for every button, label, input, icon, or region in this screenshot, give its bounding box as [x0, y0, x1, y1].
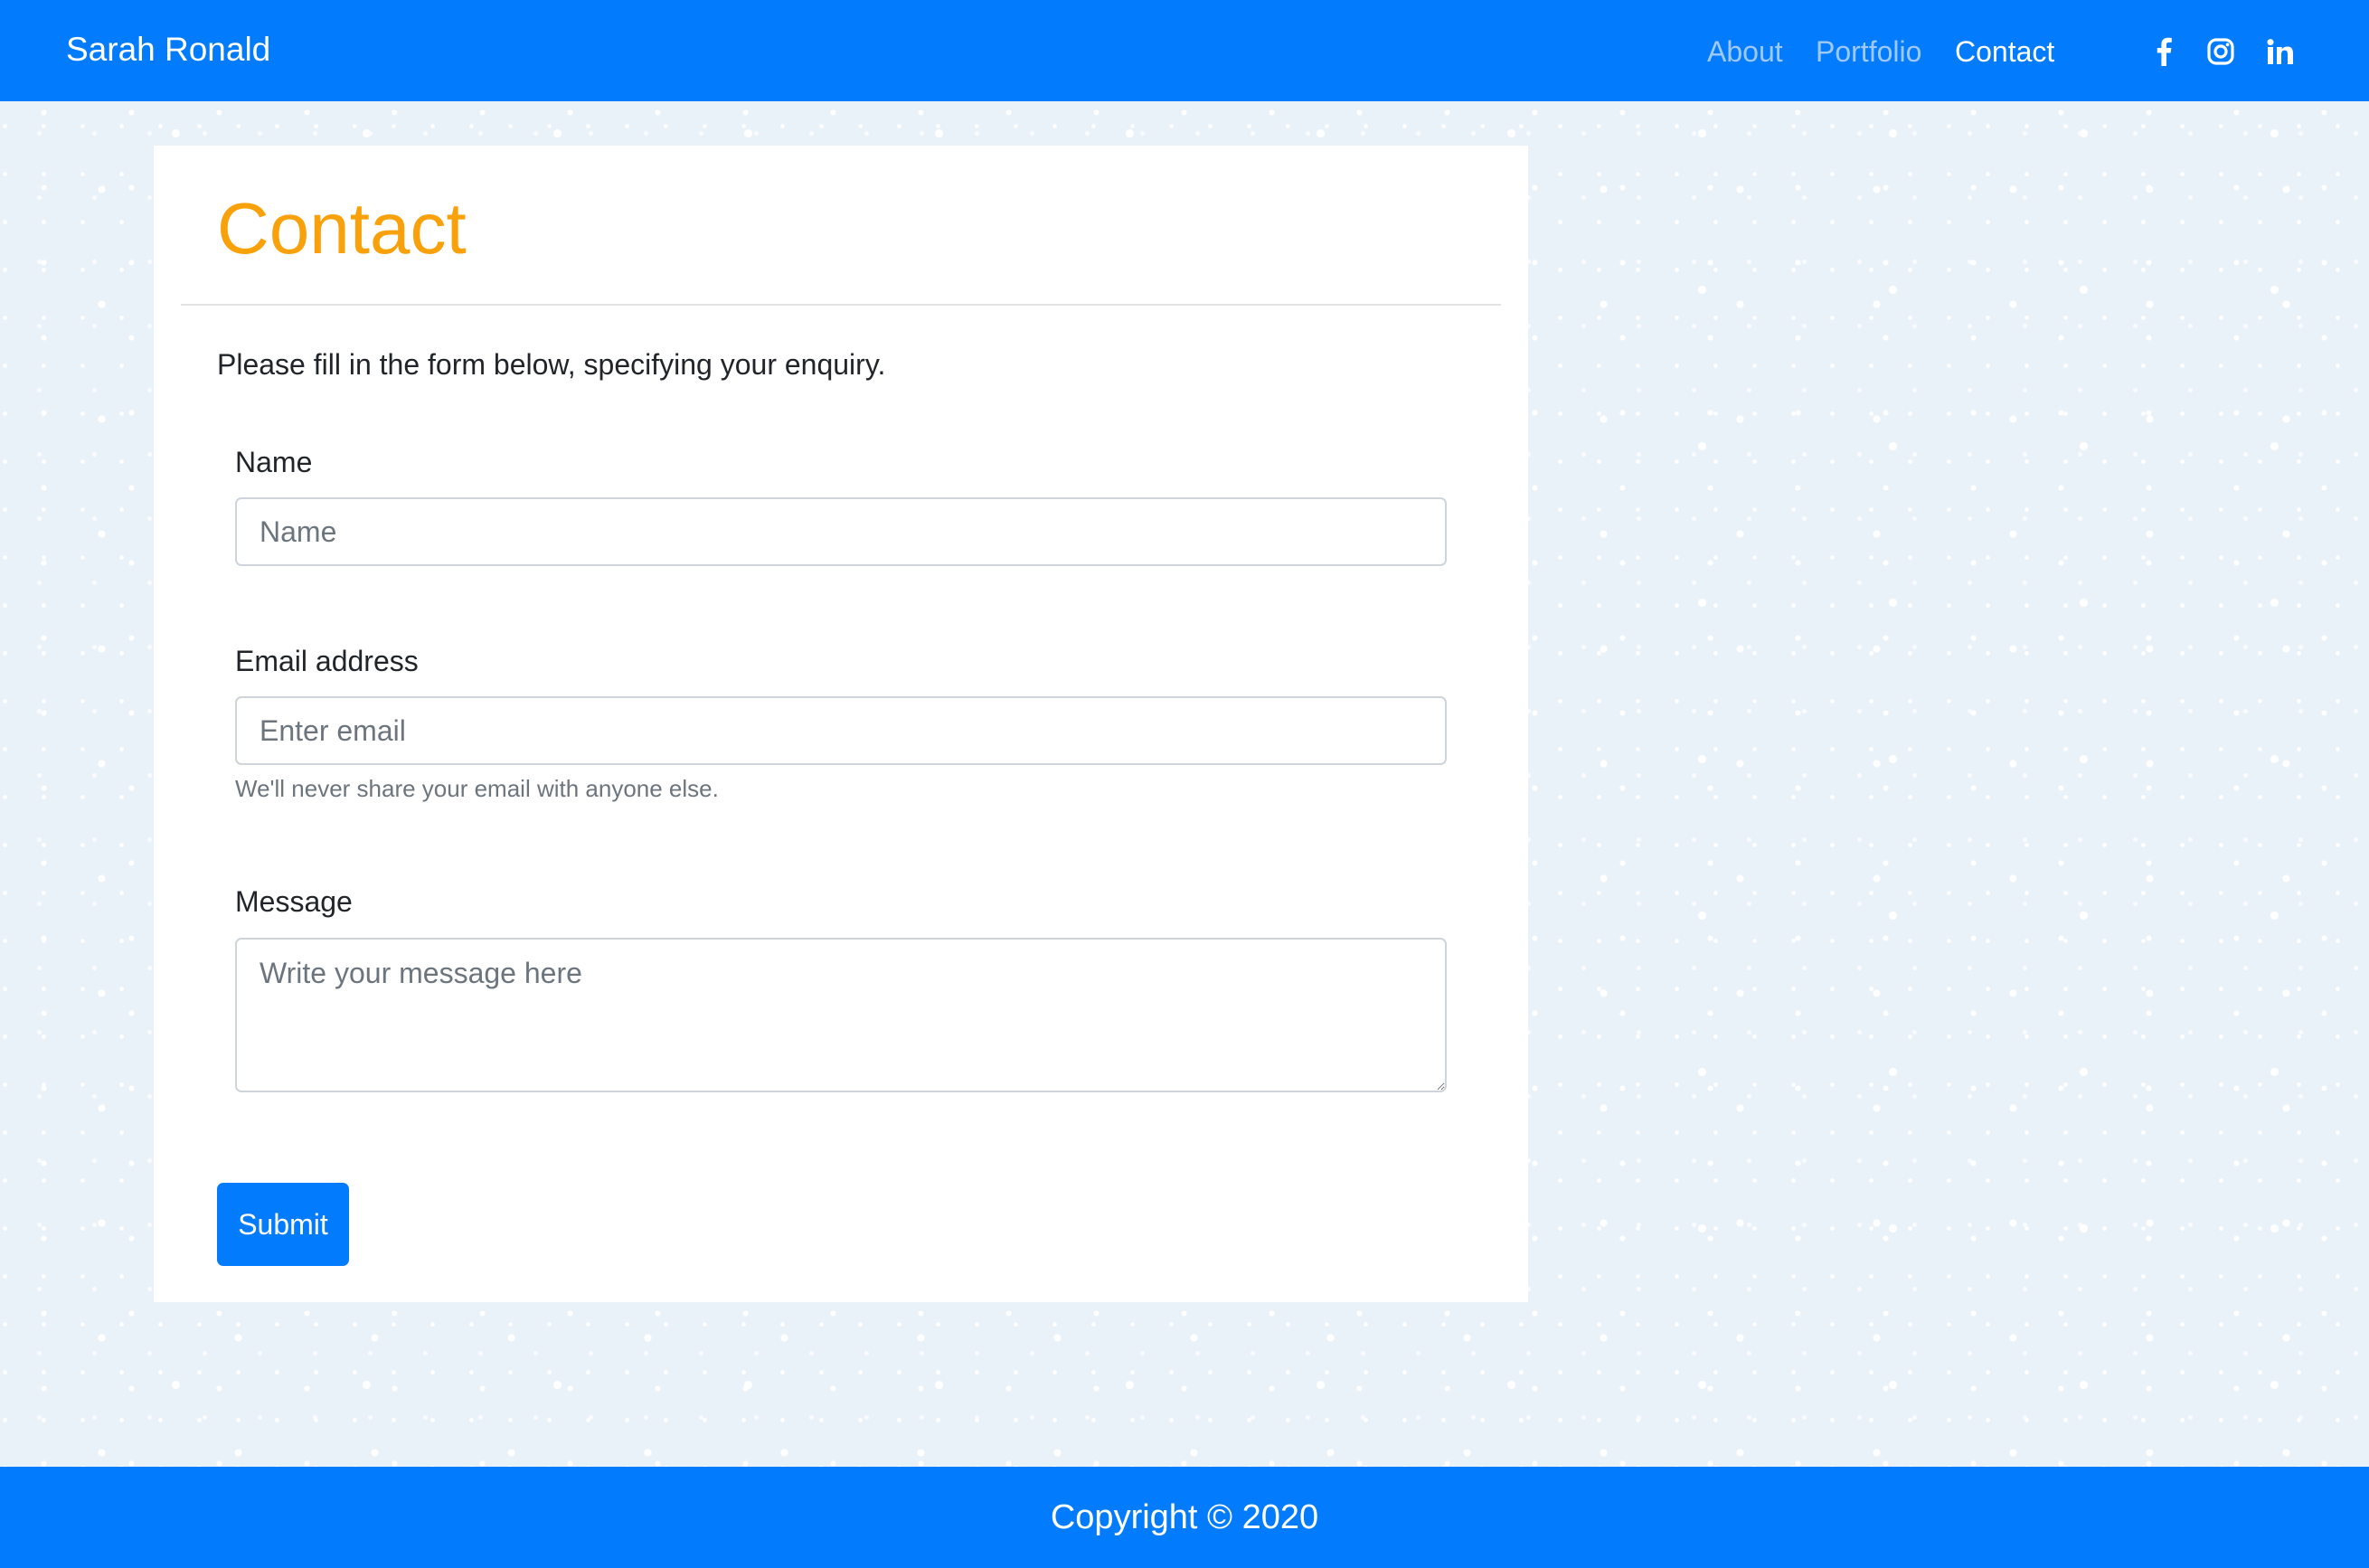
linkedin-icon[interactable] [2260, 31, 2301, 72]
contact-card: Contact Please fill in the form below, s… [154, 146, 1528, 1302]
message-label: Message [235, 885, 353, 918]
top-navbar: Sarah Ronald About Portfolio Contact [0, 0, 2369, 101]
copyright-text: Copyright © 2020 [1050, 1498, 1319, 1536]
form-intro-text: Please fill in the form below, specifyin… [217, 348, 886, 381]
submit-button[interactable]: Submit [217, 1183, 349, 1266]
nav-link-contact[interactable]: Contact [1955, 30, 2054, 73]
name-input[interactable] [235, 497, 1447, 566]
brand-link[interactable]: Sarah Ronald [66, 27, 270, 72]
nav-link-portfolio[interactable]: Portfolio [1816, 30, 1921, 73]
page-title: Contact [217, 188, 467, 269]
message-textarea[interactable] [235, 938, 1447, 1092]
title-divider [181, 304, 1501, 306]
email-input[interactable] [235, 696, 1447, 765]
email-label: Email address [235, 645, 419, 677]
email-help-text: We'll never share your email with anyone… [235, 775, 719, 802]
footer: Copyright © 2020 [0, 1467, 2369, 1568]
nav-link-about[interactable]: About [1707, 30, 1783, 73]
facebook-icon[interactable] [2143, 31, 2185, 72]
instagram-icon[interactable] [2200, 31, 2242, 72]
name-label: Name [235, 446, 313, 478]
